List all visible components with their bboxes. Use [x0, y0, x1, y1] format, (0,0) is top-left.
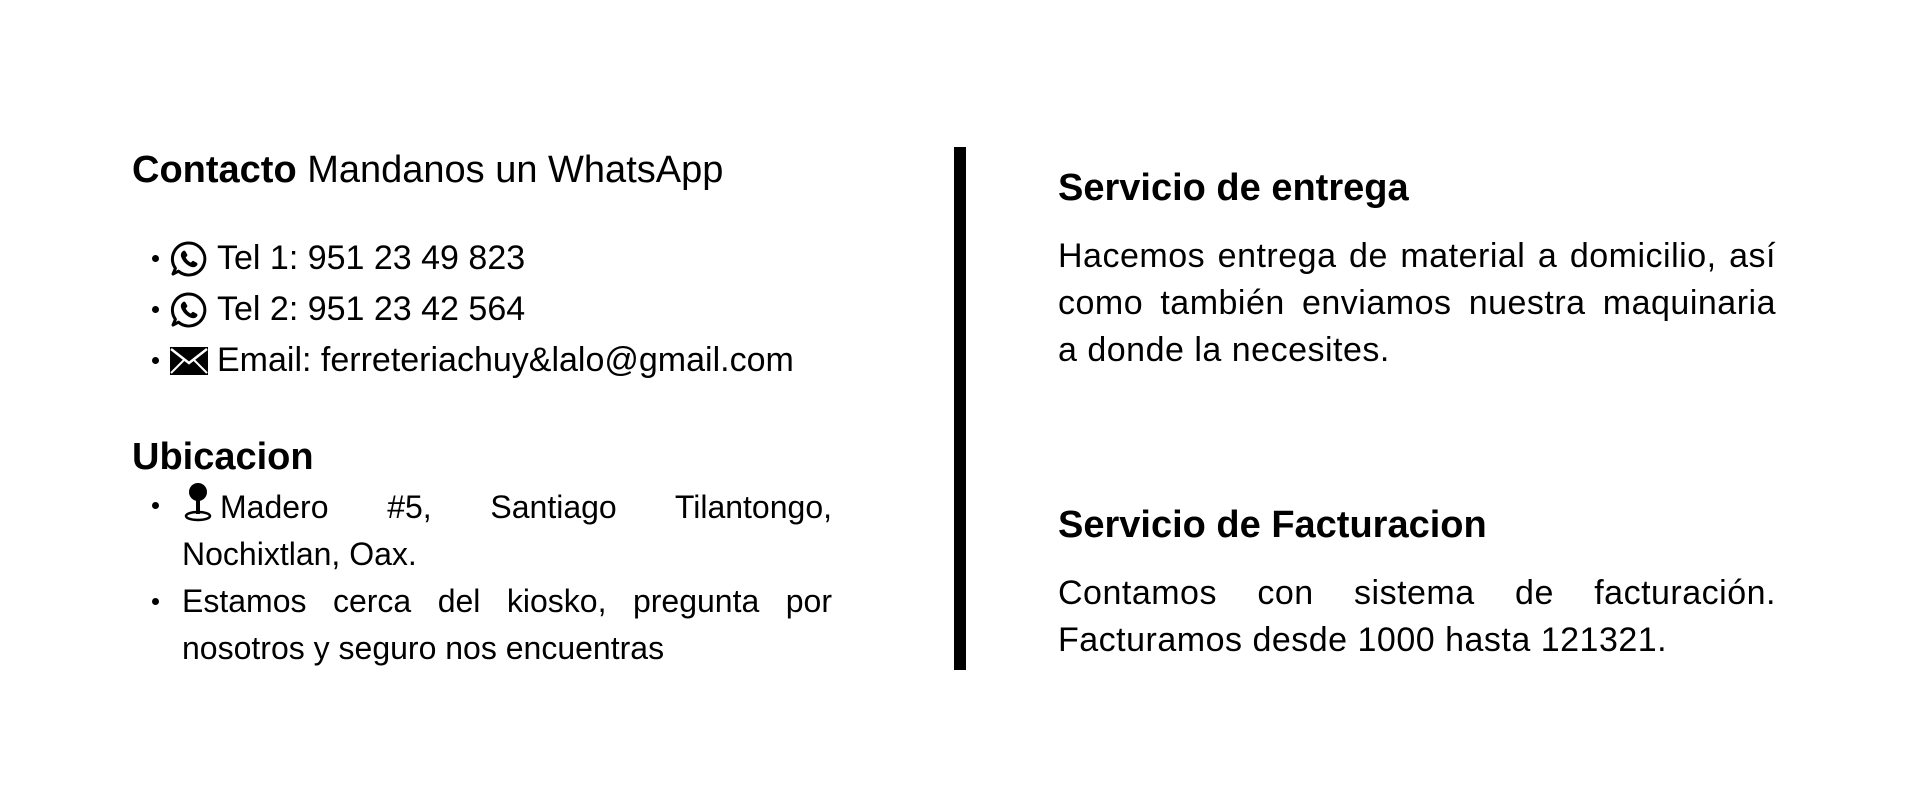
contact-item-tel-1[interactable]: Tel 1: 951 23 49 823	[152, 233, 832, 284]
contact-item-text: Email: ferreteriachuy&lalo@gmail.com	[217, 341, 794, 379]
location-heading: Ubicacion	[132, 436, 314, 478]
service-delivery: Servicio de entrega Hacemos entrega de m…	[1058, 160, 1776, 374]
location-note-text: Estamos cerca del kiosko, pregunta por n…	[182, 583, 832, 666]
contact-heading: Contacto Mandanos un WhatsApp	[132, 145, 832, 195]
contact-item-text: Tel 1: 951 23 49 823	[217, 239, 526, 277]
bullet	[152, 255, 159, 262]
location-item-note: Estamos cerca del kiosko, pregunta por n…	[152, 578, 832, 672]
whatsapp-icon	[169, 290, 209, 330]
envelope-icon	[169, 341, 209, 381]
map-pin-icon	[184, 483, 212, 522]
contact-item-email[interactable]: Email: ferreteriachuy&lalo@gmail.com	[152, 335, 832, 386]
contact-title: Contacto	[132, 149, 297, 191]
contact-subtitle: Mandanos un WhatsApp	[307, 149, 724, 191]
contact-section: Contacto Mandanos un WhatsApp Tel 1: 951…	[132, 145, 832, 672]
service-delivery-title: Servicio de entrega	[1058, 167, 1409, 209]
services-section: Servicio de entrega Hacemos entrega de m…	[1058, 160, 1776, 664]
service-billing: Servicio de Facturacion Contamos con sis…	[1058, 497, 1776, 664]
location-list: Madero #5, Santiago Tilantongo, Nochixtl…	[132, 482, 832, 672]
service-billing-title: Servicio de Facturacion	[1058, 504, 1487, 546]
contact-item-tel-2[interactable]: Tel 2: 951 23 42 564	[152, 284, 832, 335]
contact-item-text: Tel 2: 951 23 42 564	[217, 290, 526, 328]
location-address-text: Madero #5, Santiago Tilantongo, Nochixtl…	[182, 489, 832, 572]
bullet	[152, 598, 159, 605]
bullet	[152, 306, 159, 313]
vertical-divider	[954, 147, 966, 670]
service-billing-text: Contamos con sistema de facturación. Fac…	[1058, 574, 1776, 659]
whatsapp-icon	[169, 239, 209, 279]
location-item-address: Madero #5, Santiago Tilantongo, Nochixtl…	[152, 482, 832, 578]
bullet	[152, 357, 159, 364]
service-delivery-text: Hacemos entrega de material a domicilio,…	[1058, 237, 1776, 369]
bullet	[152, 502, 159, 509]
contact-list: Tel 1: 951 23 49 823 Tel 2: 951 23 42 56…	[132, 233, 832, 386]
